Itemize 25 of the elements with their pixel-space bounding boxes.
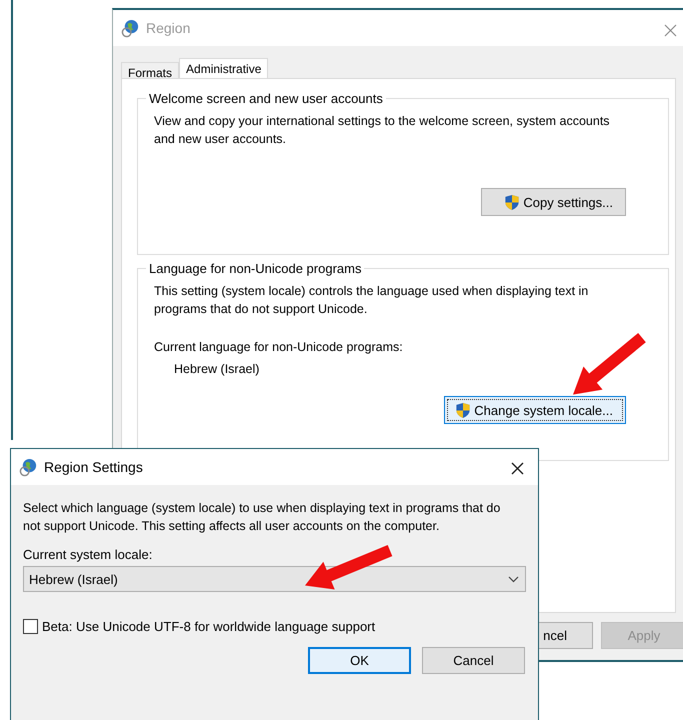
dialog-button[interactable]: Cancel (422, 647, 525, 674)
globe-icon (19, 458, 38, 476)
chevron-down-icon (508, 576, 519, 582)
field-value: Hebrew (Israel) (174, 362, 260, 376)
field-label: Current system locale: (23, 547, 154, 562)
group-title: Welcome screen and new user accounts (148, 91, 384, 106)
description-text: This setting (system locale) controls the language used when displaying text in programs that do not support Unicode. (154, 283, 590, 318)
tab[interactable]: Administrative (179, 58, 268, 79)
close-button[interactable] (509, 460, 526, 477)
checkbox-label: Beta: Use Unicode UTF-8 for worldwide language support (42, 619, 376, 634)
locale-dropdown[interactable]: Hebrew (Israel) (23, 566, 526, 592)
dialog-title: Region Settings (44, 459, 143, 475)
window-title: Region (146, 20, 190, 36)
settings-button[interactable]: Copy settings... (481, 188, 626, 216)
dialog-button[interactable]: OK (308, 647, 411, 674)
checkbox[interactable] (23, 619, 38, 634)
tab[interactable]: Formats (121, 62, 180, 79)
field-label: Current language for non-Unicode programs: (154, 340, 404, 354)
globe-icon (121, 18, 140, 38)
settings-button[interactable]: Change system locale... (444, 396, 626, 424)
shield-icon (504, 194, 520, 210)
description-text: View and copy your international settings to the welcome screen, system accounts and new user accounts. (154, 113, 611, 148)
shield-icon (455, 402, 472, 418)
description-text: Select which language (system locale) to use when displaying text in programs that do not support Unicode. This setting affects all user accounts on the computer. (23, 500, 502, 535)
group-title: Language for non-Unicode programs (148, 261, 362, 276)
